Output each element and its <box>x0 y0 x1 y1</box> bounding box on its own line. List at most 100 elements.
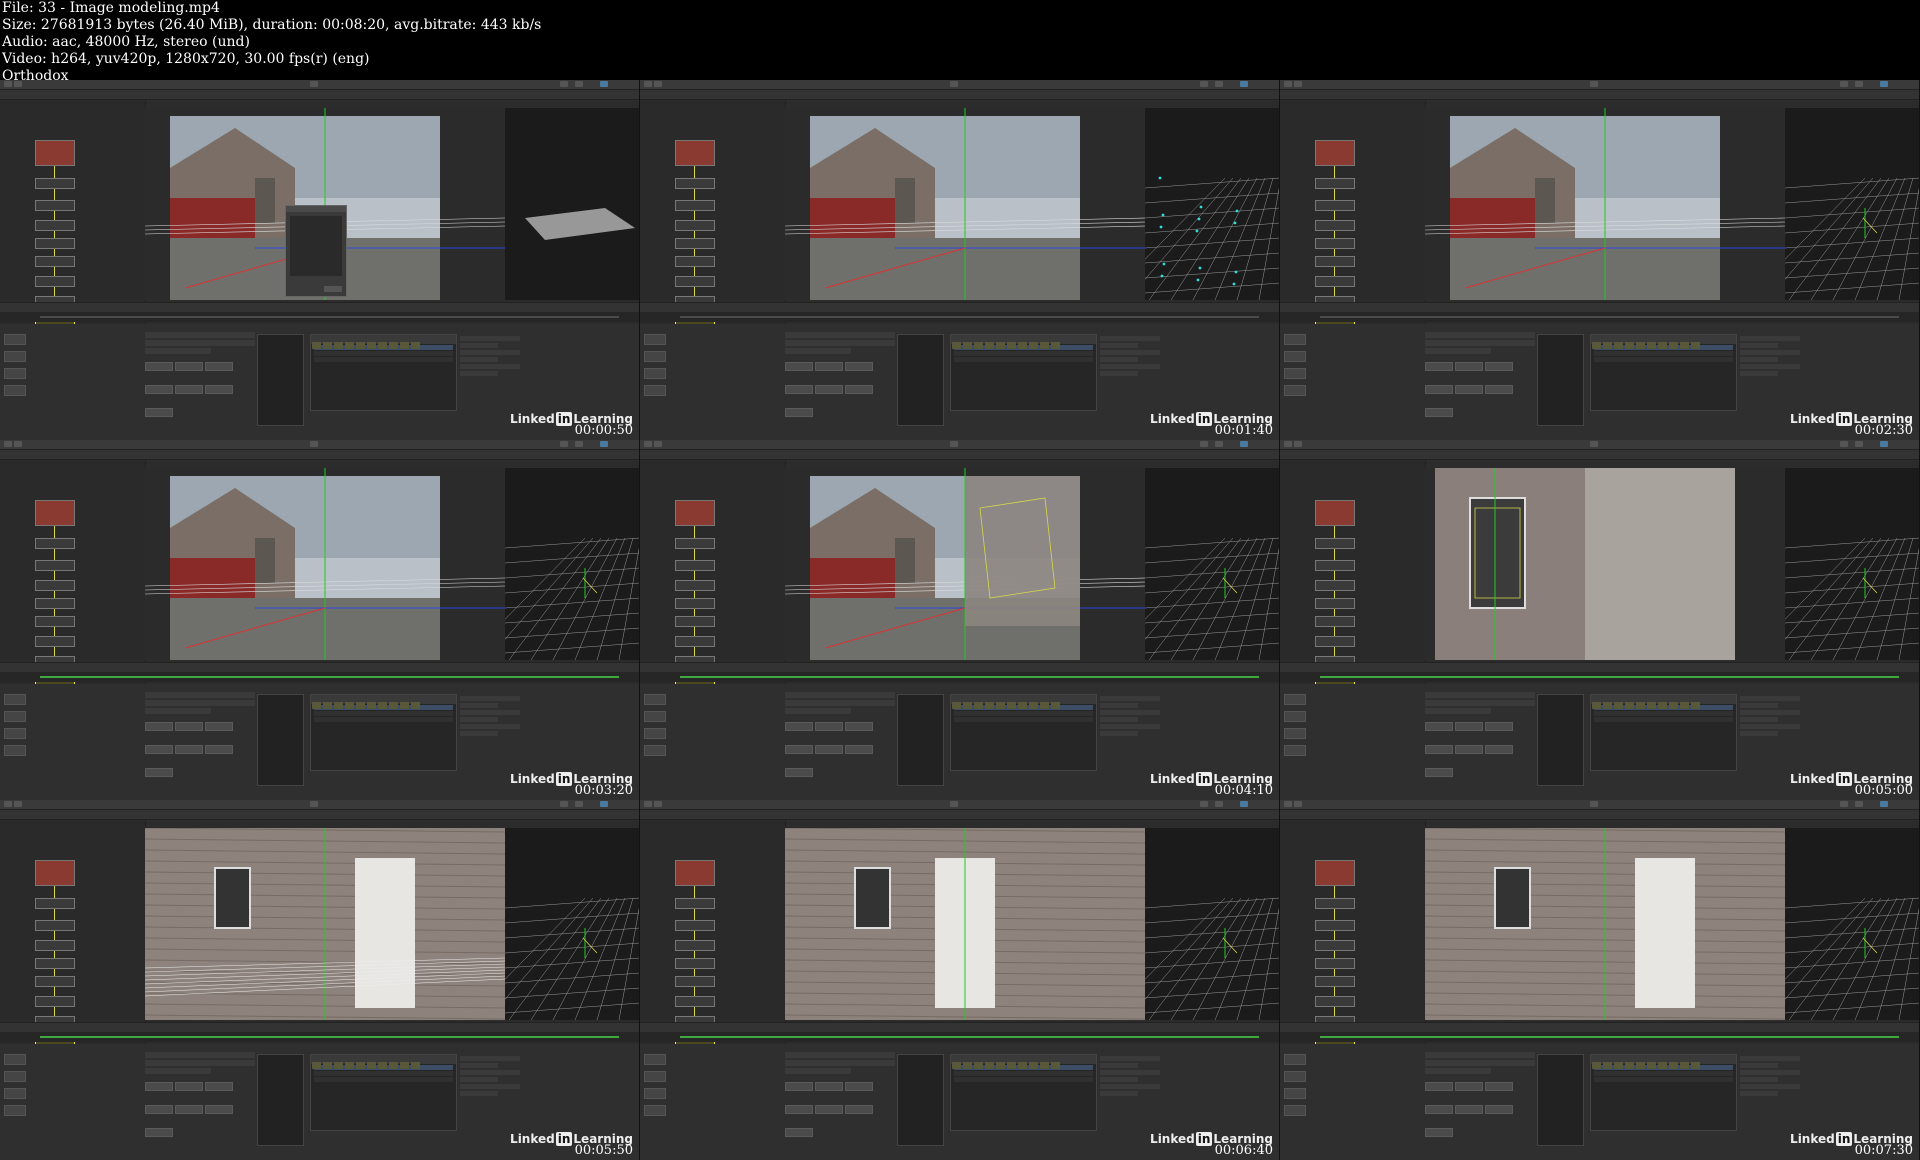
reset-planes-field[interactable] <box>145 700 255 706</box>
side-button[interactable] <box>1284 711 1306 722</box>
toolbar-icon[interactable] <box>560 81 568 87</box>
vertex-list[interactable] <box>257 1054 304 1146</box>
perspective-viewer[interactable] <box>505 108 639 300</box>
image-setting-field[interactable] <box>145 348 211 354</box>
vertex-list[interactable] <box>257 334 304 426</box>
image-setting-field[interactable] <box>145 708 211 714</box>
draw-button[interactable] <box>1425 722 1453 731</box>
create-button[interactable] <box>785 745 813 754</box>
toolbar-icon[interactable] <box>1200 441 1208 447</box>
tree-node[interactable] <box>1315 958 1355 969</box>
app-menu-icon[interactable] <box>4 801 12 807</box>
perspective-viewer[interactable] <box>505 468 639 660</box>
draw-button[interactable] <box>785 362 813 371</box>
view-option[interactable] <box>1740 717 1779 722</box>
tree-node[interactable] <box>675 958 715 969</box>
tree-node[interactable] <box>35 616 75 627</box>
side-button[interactable] <box>644 1105 666 1116</box>
table-row[interactable] <box>1594 351 1733 356</box>
tree-node[interactable] <box>675 920 715 931</box>
clip-thumbnail[interactable] <box>1315 860 1355 886</box>
tree-node[interactable] <box>675 580 715 591</box>
model-table[interactable] <box>310 334 457 411</box>
app-menu-icon[interactable] <box>4 81 12 87</box>
current-clip-select[interactable] <box>145 692 255 698</box>
workspace-icon[interactable] <box>310 801 318 807</box>
insert-button[interactable] <box>845 1105 873 1114</box>
reset-planes-field[interactable] <box>785 700 895 706</box>
side-button[interactable] <box>1284 728 1306 739</box>
view-option[interactable] <box>1740 1091 1779 1096</box>
mode-toggle-icon[interactable] <box>1240 801 1248 807</box>
help-icon[interactable] <box>1294 801 1302 807</box>
create-button[interactable] <box>145 745 173 754</box>
clip-thumbnail[interactable] <box>675 500 715 526</box>
help-icon[interactable] <box>1294 441 1302 447</box>
image-setting-field[interactable] <box>785 348 851 354</box>
create-button[interactable] <box>1425 385 1453 394</box>
tree-node[interactable] <box>1315 598 1355 609</box>
view-option[interactable] <box>1740 336 1800 341</box>
table-row[interactable] <box>1594 1071 1733 1076</box>
side-button[interactable] <box>1284 351 1306 362</box>
help-icon[interactable] <box>654 81 662 87</box>
tree-node[interactable] <box>675 616 715 627</box>
view-option[interactable] <box>1100 731 1139 736</box>
dialog-list[interactable] <box>290 216 342 276</box>
move-button[interactable] <box>1455 1105 1483 1114</box>
toolbar-icon[interactable] <box>1840 801 1848 807</box>
image-setting-field[interactable] <box>1425 708 1491 714</box>
insert-button[interactable] <box>205 1105 233 1114</box>
tree-node[interactable] <box>675 238 715 249</box>
connect-button[interactable] <box>175 722 203 731</box>
current-clip-select[interactable] <box>785 1052 895 1058</box>
view-option[interactable] <box>460 703 499 708</box>
timeline[interactable] <box>0 672 639 682</box>
move-button[interactable] <box>1455 385 1483 394</box>
tree-node[interactable] <box>35 256 75 267</box>
connect-button[interactable] <box>1455 362 1483 371</box>
side-button[interactable] <box>1284 1054 1306 1065</box>
side-button[interactable] <box>644 385 666 396</box>
view-option[interactable] <box>1740 1084 1800 1089</box>
mode-toggle-icon[interactable] <box>1240 81 1248 87</box>
reset-planes-field[interactable] <box>1425 1060 1535 1066</box>
clip-thumbnail[interactable] <box>675 140 715 166</box>
model-table[interactable] <box>1590 1054 1737 1131</box>
mode-toggle-icon[interactable] <box>600 801 608 807</box>
view-option[interactable] <box>460 371 499 376</box>
tree-node[interactable] <box>1315 976 1355 987</box>
toolbar-icon[interactable] <box>1200 81 1208 87</box>
view-option[interactable] <box>1740 710 1800 715</box>
tree-node[interactable] <box>35 940 75 951</box>
manage-button[interactable] <box>145 1128 173 1137</box>
manage-button[interactable] <box>145 408 173 417</box>
side-button[interactable] <box>644 728 666 739</box>
perspective-viewer[interactable] <box>1785 108 1919 300</box>
side-button[interactable] <box>1284 745 1306 756</box>
tree-node[interactable] <box>675 560 715 571</box>
image-setting-field[interactable] <box>145 1068 211 1074</box>
view-option[interactable] <box>1100 724 1160 729</box>
triangulate-button[interactable] <box>1485 722 1513 731</box>
reset-planes-field[interactable] <box>785 1060 895 1066</box>
side-button[interactable] <box>644 694 666 705</box>
model-table[interactable] <box>310 694 457 771</box>
create-button[interactable] <box>785 385 813 394</box>
tree-node[interactable] <box>1315 178 1355 189</box>
draw-button[interactable] <box>785 1082 813 1091</box>
view-option[interactable] <box>460 343 499 348</box>
view-option[interactable] <box>460 1063 499 1068</box>
tree-node[interactable] <box>675 996 715 1007</box>
view-option[interactable] <box>1100 343 1139 348</box>
timeline[interactable] <box>1280 672 1919 682</box>
view-option[interactable] <box>460 1084 520 1089</box>
timeline[interactable] <box>640 312 1279 322</box>
tree-node[interactable] <box>35 996 75 1007</box>
view-option[interactable] <box>460 1091 499 1096</box>
side-button[interactable] <box>1284 1071 1306 1082</box>
view-option[interactable] <box>1740 364 1800 369</box>
view-option[interactable] <box>1740 703 1779 708</box>
create-button[interactable] <box>1425 745 1453 754</box>
view-option[interactable] <box>460 710 520 715</box>
